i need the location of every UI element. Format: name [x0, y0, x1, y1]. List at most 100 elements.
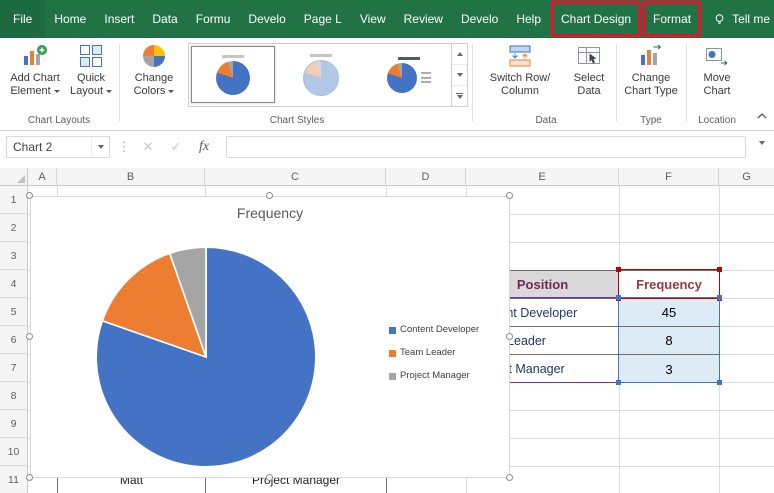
gallery-more-icon[interactable]: [452, 86, 467, 106]
tab-formu[interactable]: Formu: [187, 0, 240, 38]
gallery-scroll-buttons: [451, 44, 467, 106]
column-header-B[interactable]: B: [57, 168, 205, 186]
pie-plot-area: [95, 246, 317, 468]
column-header-F[interactable]: F: [619, 168, 719, 186]
chart-resize-handle-top-right[interactable]: [506, 192, 513, 199]
ribbon-tab-bar: File Home Insert Data Formu Develo Page L View R…: [0, 0, 774, 38]
row-header-7[interactable]: 7: [0, 354, 28, 382]
legend-item-content-developer[interactable]: Content Developer: [389, 325, 479, 335]
column-header-D[interactable]: D: [386, 168, 466, 186]
add-chart-element-icon: [22, 42, 48, 70]
enter-icon[interactable]: ✓: [166, 136, 186, 158]
insert-function-icon[interactable]: fx: [194, 136, 214, 158]
chart-legend: Content Developer Team Leader Project Mana…: [389, 325, 479, 381]
chart-resize-handle-top-left[interactable]: [26, 192, 33, 199]
row-header-6[interactable]: 6: [0, 326, 28, 354]
change-chart-type-label: Change Chart Type: [624, 72, 678, 97]
thumbnail-title-line: [398, 56, 420, 60]
move-chart-button[interactable]: Move Chart: [690, 42, 744, 97]
name-box-value: Chart 2: [13, 140, 53, 154]
chart-title[interactable]: Frequency: [31, 205, 509, 221]
quick-layout-button[interactable]: Quick Layout: [66, 42, 116, 97]
thumbnail-title-line: [222, 54, 244, 58]
tab-format[interactable]: Format: [643, 1, 702, 37]
row-header-1[interactable]: 1: [0, 186, 28, 214]
quick-layout-icon: [78, 42, 104, 70]
collapse-ribbon-icon[interactable]: [756, 111, 768, 124]
switch-row-column-button[interactable]: Switch Row/ Column: [478, 42, 562, 97]
legend-label: Project Manager: [400, 370, 470, 381]
row-header-2[interactable]: 2: [0, 214, 28, 242]
column-header-G[interactable]: G: [719, 168, 774, 186]
pie-chart[interactable]: Frequency Content Developer Team Leader Pr…: [30, 196, 510, 478]
legend-swatch: [389, 372, 396, 380]
tab-data[interactable]: Data: [143, 0, 186, 38]
group-label-chart-layouts: Chart Layouts: [27, 115, 91, 126]
row-header-10[interactable]: 10: [0, 438, 28, 466]
gallery-scroll-down-icon[interactable]: [452, 65, 467, 86]
select-all-button[interactable]: [0, 168, 28, 186]
cell-F5[interactable]: 45: [619, 299, 719, 327]
group-divider: [472, 44, 473, 122]
select-data-icon: [576, 42, 602, 70]
row-header-8[interactable]: 8: [0, 382, 28, 410]
move-chart-label: Move Chart: [703, 72, 731, 97]
tab-chart-design[interactable]: Chart Design: [551, 1, 642, 37]
gallery-scroll-up-icon[interactable]: [452, 44, 467, 65]
dropdown-caret-icon: [53, 89, 60, 93]
chart-resize-handle-bottom-right[interactable]: [506, 474, 513, 481]
tab-develo[interactable]: Develo: [452, 0, 507, 38]
chart-style-thumbnail-1[interactable]: [191, 46, 275, 103]
legend-swatch: [389, 349, 396, 357]
change-chart-type-button[interactable]: Change Chart Type: [620, 42, 682, 97]
group-label-data: Data: [535, 115, 557, 126]
row-header-11[interactable]: 11: [0, 466, 28, 493]
column-header-E[interactable]: E: [466, 168, 619, 186]
cancel-icon[interactable]: ✕: [138, 136, 158, 158]
chart-styles-gallery: [188, 43, 468, 107]
legend-item-team-leader[interactable]: Team Leader: [389, 348, 479, 358]
column-header-A[interactable]: A: [28, 168, 57, 186]
change-colors-button[interactable]: Change Colors: [124, 42, 184, 97]
chart-style-thumbnail-2[interactable]: [279, 46, 363, 103]
tab-insert[interactable]: Insert: [95, 0, 143, 38]
tab-page-l[interactable]: Page L: [295, 0, 351, 38]
chart-resize-handle-bottom-left[interactable]: [26, 474, 33, 481]
cell-F6[interactable]: 8: [619, 327, 719, 355]
legend-item-project-manager[interactable]: Project Manager: [389, 371, 479, 381]
cell-F7[interactable]: 3: [619, 355, 719, 383]
change-colors-label: Change Colors: [133, 72, 175, 97]
tab-develo[interactable]: Develo: [239, 0, 294, 38]
cell-F4-frequency-header[interactable]: Frequency: [619, 271, 719, 299]
formula-bar-expand-icon[interactable]: [759, 141, 765, 163]
row-header-9[interactable]: 9: [0, 410, 28, 438]
tab-help[interactable]: Help: [507, 0, 550, 38]
chart-resize-handle-top-middle[interactable]: [266, 192, 273, 199]
row-header-4[interactable]: 4: [0, 270, 28, 298]
legend-swatch: [389, 326, 396, 334]
row-header-5[interactable]: 5: [0, 298, 28, 326]
name-box[interactable]: Chart 2: [6, 136, 110, 158]
select-data-button[interactable]: Select Data: [564, 42, 614, 97]
name-box-dropdown-icon[interactable]: [91, 137, 109, 157]
tab-tell-me[interactable]: Tell me: [702, 0, 774, 38]
dropdown-caret-icon: [168, 89, 175, 93]
column-header-C[interactable]: C: [205, 168, 386, 186]
tab-home[interactable]: Home: [45, 0, 95, 38]
tab-view[interactable]: View: [351, 0, 395, 38]
chart-resize-handle-middle-right[interactable]: [506, 333, 513, 340]
chart-resize-handle-bottom-middle[interactable]: [266, 474, 273, 481]
formula-bar: Chart 2 ⋮ ✕ ✓ fx: [0, 130, 774, 168]
add-chart-element-button[interactable]: Add Chart Element: [6, 42, 64, 97]
excel-window: File Home Insert Data Formu Develo Page L View R…: [0, 0, 774, 493]
tab-review[interactable]: Review: [395, 0, 452, 38]
group-divider: [686, 44, 687, 122]
group-label-type: Type: [640, 115, 662, 126]
formula-input[interactable]: [226, 136, 746, 158]
chart-resize-handle-middle-left[interactable]: [26, 333, 33, 340]
row-header-3[interactable]: 3: [0, 242, 28, 270]
chart-style-thumbnail-3[interactable]: [367, 46, 451, 103]
group-divider: [616, 44, 617, 122]
tab-file[interactable]: File: [0, 0, 46, 38]
thumbnail-pie: [216, 60, 250, 95]
